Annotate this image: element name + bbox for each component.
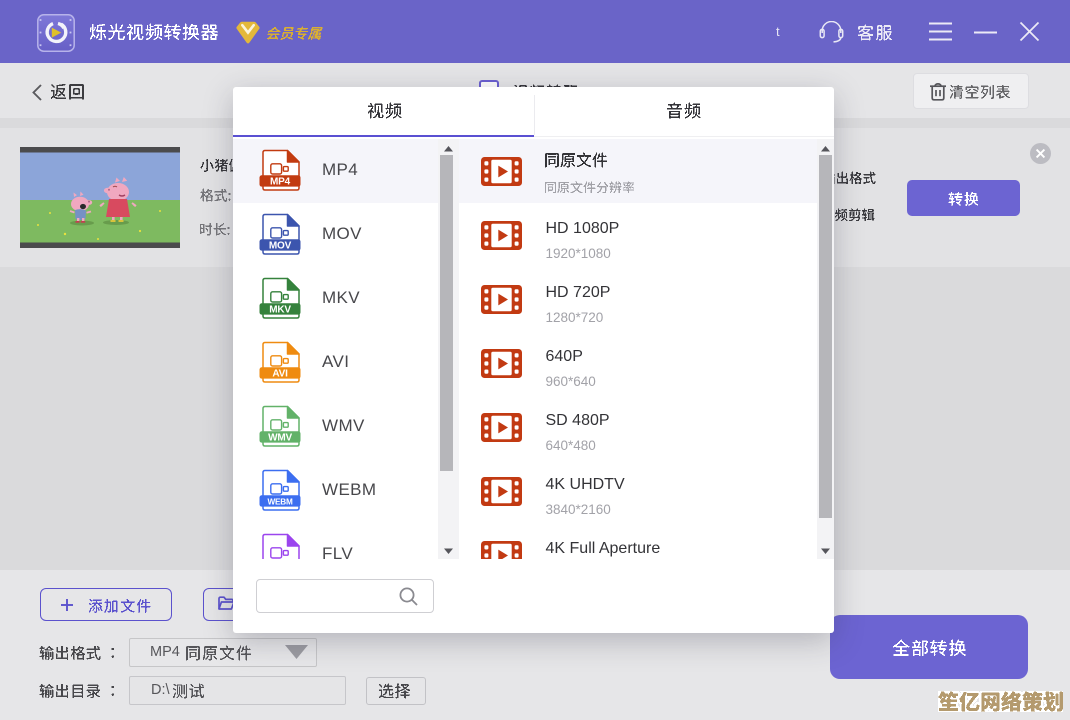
svg-text:AVI: AVI	[272, 368, 288, 379]
svg-text:WEBM: WEBM	[267, 497, 293, 506]
svg-text:WMV: WMV	[268, 432, 292, 443]
svg-text:MP4: MP4	[270, 176, 291, 187]
svg-text:MKV: MKV	[269, 304, 291, 315]
svg-text:MOV: MOV	[269, 240, 292, 251]
